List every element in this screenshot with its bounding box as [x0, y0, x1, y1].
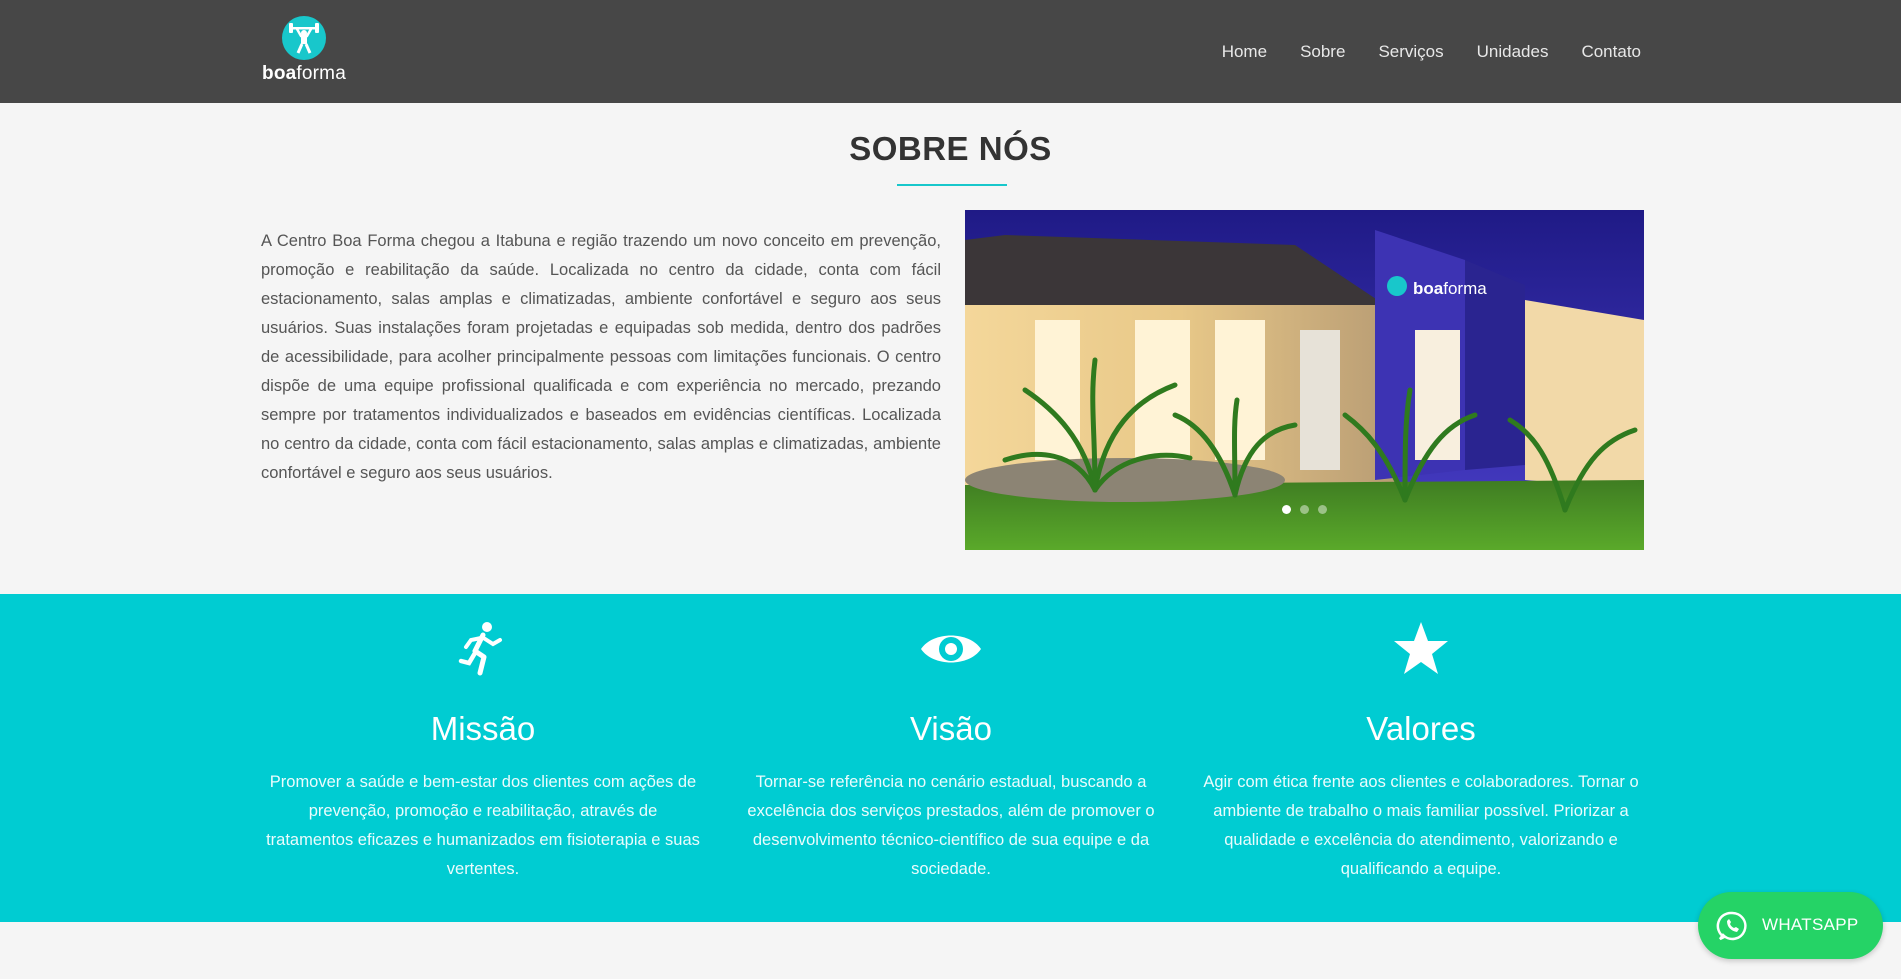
- mission-text: Promover a saúde e bem-estar dos cliente…: [266, 773, 700, 878]
- main-nav: Home Sobre Serviços Unidades Contato: [1222, 0, 1641, 103]
- running-person-icon: [453, 619, 513, 679]
- nav-contato[interactable]: Contato: [1581, 42, 1641, 62]
- mission-vision-values: Missão Promover a saúde e bem-estar dos …: [0, 594, 1901, 922]
- nav-sobre[interactable]: Sobre: [1300, 42, 1345, 62]
- sign-wordmark: boaforma: [1413, 279, 1487, 298]
- next-section: [0, 922, 1901, 979]
- star-icon: [1391, 619, 1451, 679]
- nav-home[interactable]: Home: [1222, 42, 1267, 62]
- facility-photo: boaforma: [965, 210, 1644, 550]
- title-underline: [897, 184, 1007, 186]
- brand-logo[interactable]: boaforma: [258, 16, 350, 86]
- values-text: Agir com ética frente aos clientes e col…: [1203, 773, 1639, 878]
- carousel-dot-3[interactable]: [1318, 505, 1327, 514]
- vision-text: Tornar-se referência no cenário estadual…: [747, 773, 1155, 878]
- section-title: SOBRE NÓS: [849, 130, 1052, 167]
- whatsapp-button[interactable]: WHATSAPP: [1698, 892, 1883, 959]
- facility-carousel[interactable]: boaforma: [965, 210, 1644, 550]
- whatsapp-icon: [1716, 910, 1748, 942]
- weightlifter-icon: [282, 16, 326, 60]
- mission-title: Missão: [430, 710, 536, 747]
- carousel-dot-1[interactable]: [1282, 505, 1291, 514]
- nav-unidades[interactable]: Unidades: [1477, 42, 1549, 62]
- about-description: A Centro Boa Forma chegou a Itabuna e re…: [261, 232, 941, 482]
- whatsapp-label: WHATSAPP: [1762, 915, 1859, 934]
- values-title: Valores: [1366, 710, 1476, 747]
- vision-title: Visão: [910, 710, 992, 747]
- nav-servicos[interactable]: Serviços: [1378, 42, 1443, 62]
- carousel-dot-2[interactable]: [1300, 505, 1309, 514]
- brand-wordmark: boaforma: [262, 63, 346, 84]
- carousel-indicators: [1282, 505, 1327, 514]
- site-header: boaforma Home Sobre Serviços Unidades Co…: [0, 0, 1901, 103]
- eye-icon: [921, 619, 981, 679]
